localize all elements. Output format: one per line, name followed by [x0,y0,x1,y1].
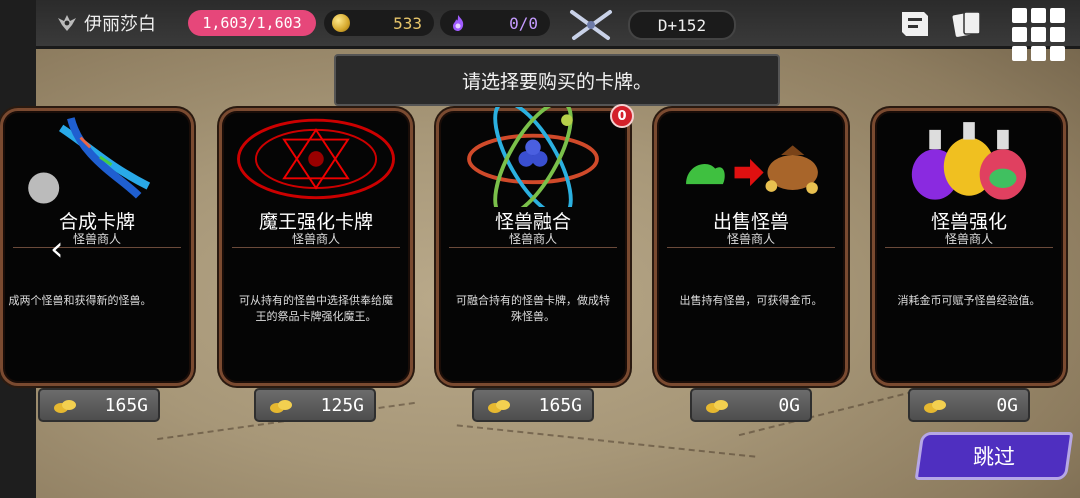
notification-badge: 0 [610,104,634,128]
demon-crest-icon [58,15,76,31]
card-sell-monster[interactable]: 出售怪兽 怪兽商人 出售持有怪兽，可获得金币。 [654,108,848,386]
gold-coins-icon [488,400,510,413]
card-divider [667,247,835,248]
price-amount: 165G [104,394,148,416]
card-subtitle: 怪兽商人 [508,232,557,246]
atom-icon [467,107,599,207]
price-button-synthesis[interactable]: 165G [38,388,160,422]
gold-coins-icon [54,400,76,413]
card-divider [13,247,181,248]
card-monster-enhance[interactable]: 怪兽强化 怪兽商人 消耗金币可赋予怪兽经验值。 [872,108,1066,386]
gold-coins-icon [270,400,292,413]
price-button-monster-enhance[interactable]: 0G [908,388,1030,422]
day-counter: D+152 [628,10,736,40]
card-description: 成两个怪兽和获得新的怪兽。 [8,294,152,307]
gold-coins-icon [924,400,946,413]
soul-counter: 0/0 [440,10,550,36]
price-button-sell-monster[interactable]: 0G [690,388,812,422]
skip-button-label: 跳过 [973,445,1015,469]
chevron-left-icon[interactable]: ‹ [50,232,64,266]
gold-coin-icon [332,14,350,32]
player-name: 伊丽莎白 [84,14,156,35]
gold-counter: 533 [324,10,434,36]
gold-coins-icon [706,400,728,413]
slime-to-money-bag-icon [686,145,818,194]
card-subtitle: 怪兽商人 [291,232,340,246]
card-description: 可融合持有的怪兽卡牌，做成特殊怪兽。 [456,294,610,323]
card-synthesis[interactable]: 合成卡牌 怪兽商人 成两个怪兽和获得新的怪兽。 [0,108,194,386]
price-amount: 0G [996,394,1018,416]
quest-book-icon[interactable] [898,8,934,40]
card-subtitle: 怪兽商人 [72,232,121,246]
card-subtitle: 怪兽商人 [726,232,775,246]
soul-flame-icon [453,15,464,31]
cards-icon[interactable] [950,8,986,40]
price-button-demon-king-enhance[interactable]: 125G [254,388,376,422]
hp-counter: 1,603/1,603 [188,10,316,36]
instruction-banner: 请选择要购买的卡牌。 [334,54,780,106]
price-amount: 125G [320,394,364,416]
card-monster-fusion[interactable]: 怪兽融合 怪兽商人 可融合持有的怪兽卡牌，做成特殊怪兽。 [436,107,630,386]
card-description: 出售持有怪兽，可获得金币。 [679,294,823,307]
price-amount: 0G [778,394,800,416]
price-button-monster-fusion[interactable]: 165G [472,388,594,422]
card-divider [885,247,1053,248]
potion-bottles-icon [911,122,1027,200]
card-demon-king-enhance[interactable]: 魔王强化卡牌 怪兽商人 可从持有的怪兽中选择供奉给魔王的祭品卡牌强化魔王。 [219,108,413,386]
soul-amount: 0/0 [509,13,538,33]
magic-circle-icon [237,118,395,200]
card-divider [232,247,400,248]
card-description: 可从持有的怪兽中选择供奉给魔王的祭品卡牌强化魔王。 [239,294,393,323]
card-description: 消耗金币可赋予怪兽经验值。 [897,294,1041,307]
menu-grid-icon[interactable] [1010,6,1066,62]
price-amount: 165G [538,394,582,416]
skip-button[interactable]: 跳过 [914,432,1074,480]
card-divider [449,247,617,248]
crossed-swords-icon[interactable] [566,6,616,42]
card-subtitle: 怪兽商人 [944,232,993,246]
dna-icon [28,117,151,204]
gold-amount: 533 [393,13,422,33]
